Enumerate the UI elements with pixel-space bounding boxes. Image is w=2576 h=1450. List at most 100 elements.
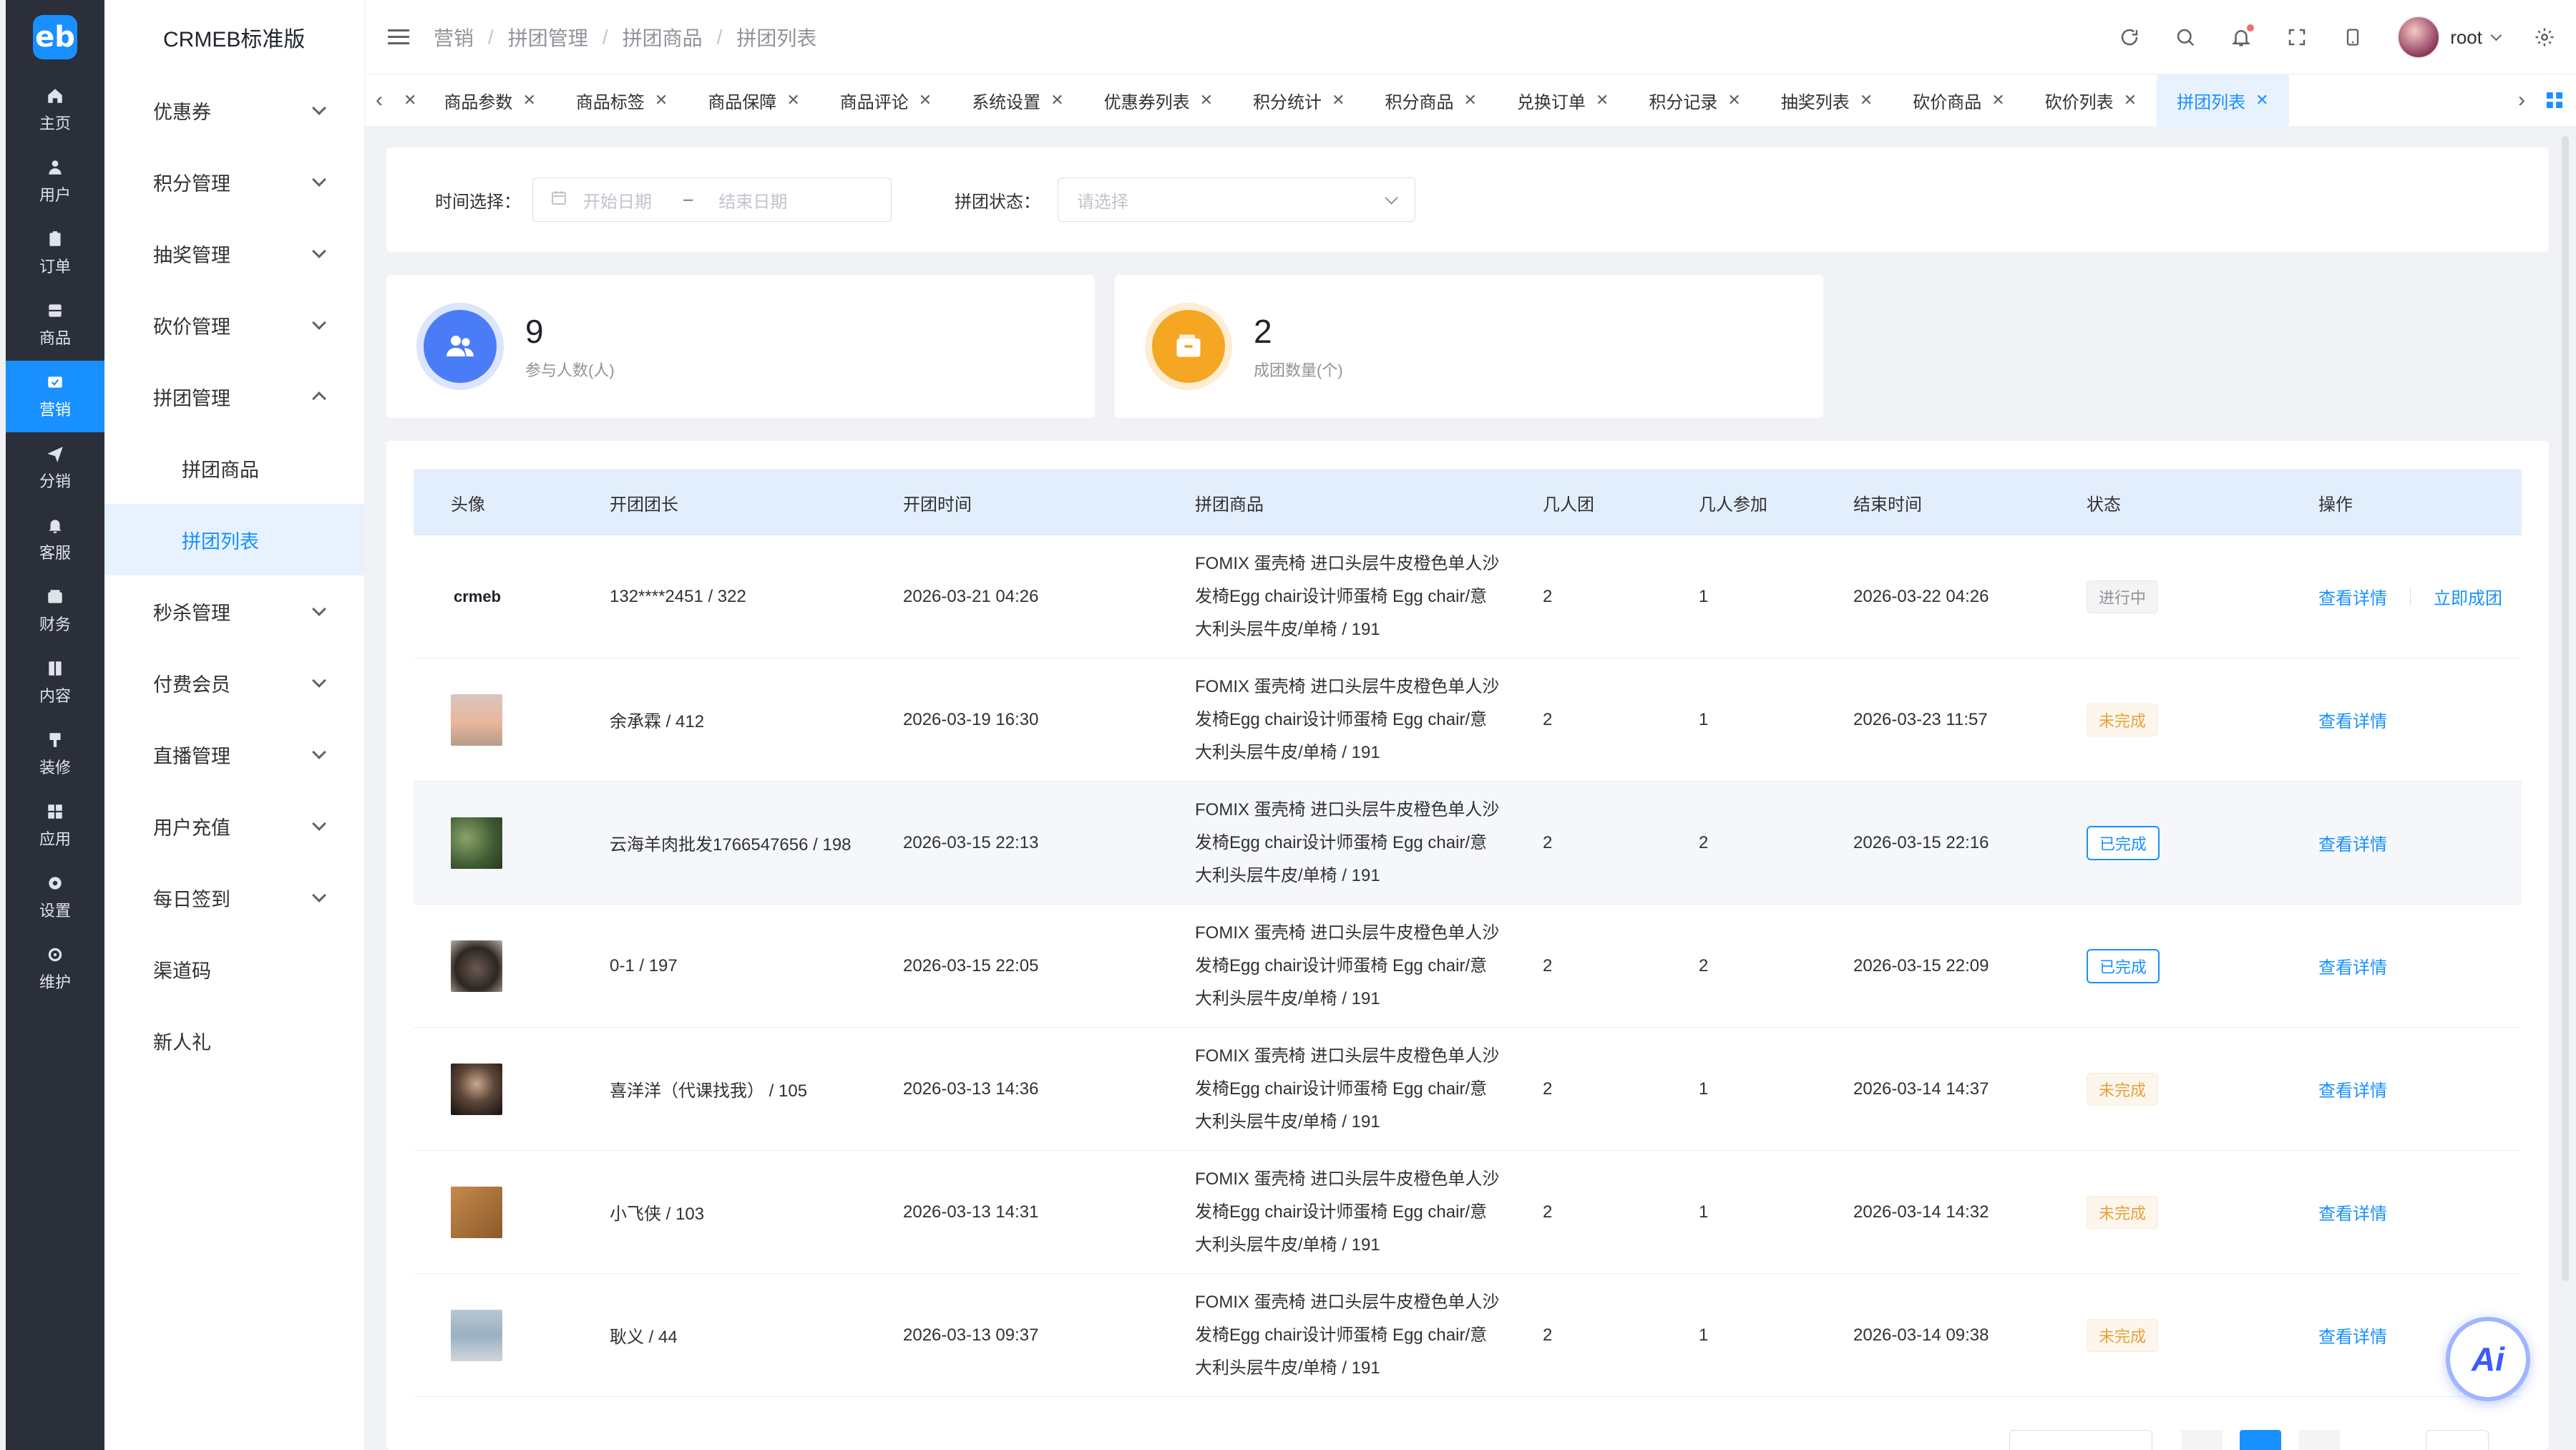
rail-item-content[interactable]: 内容 <box>6 647 104 719</box>
menu-toggle-icon[interactable] <box>388 29 409 44</box>
sidebar-item[interactable]: 砍价管理 <box>104 289 364 361</box>
close-icon[interactable]: ✕ <box>2124 91 2137 110</box>
rail-item-home[interactable]: 主页 <box>6 74 104 146</box>
close-icon[interactable]: ✕ <box>404 91 416 110</box>
close-icon[interactable]: ✕ <box>1332 91 1345 110</box>
page-size-select[interactable] <box>2009 1430 2152 1450</box>
rail-item-goods[interactable]: 商品 <box>6 289 104 361</box>
sidebar-item-label: 砍价管理 <box>153 316 230 338</box>
close-icon[interactable]: ✕ <box>1050 91 1063 110</box>
view-detail-link[interactable]: 查看详情 <box>2318 830 2387 855</box>
page-current-button[interactable] <box>2240 1430 2281 1450</box>
crmeb-logo-icon: crmeb <box>454 587 502 605</box>
sidebar-item[interactable]: 新人礼 <box>104 1005 364 1076</box>
rail-item-maintain[interactable]: 维护 <box>6 933 104 1005</box>
rail-item-user[interactable]: 用户 <box>6 146 104 218</box>
tabs-prev-icon[interactable]: ‹ <box>365 88 394 112</box>
page-prev-button[interactable] <box>2181 1430 2223 1450</box>
sidebar-item[interactable]: 渠道码 <box>104 933 364 1005</box>
tab[interactable]: 砍价商品 ✕ <box>1893 74 2024 126</box>
logo[interactable]: eb <box>6 0 104 74</box>
rail-item-distribution[interactable]: 分销 <box>6 432 104 504</box>
rail-item-apps[interactable]: 应用 <box>6 790 104 862</box>
close-icon[interactable]: ✕ <box>522 91 535 110</box>
rail-item-finance[interactable]: 财务 <box>6 575 104 647</box>
table-row: 喜洋洋（代课找我） / 105 2026-03-13 14:36 FOMIX 蛋壳椅… <box>414 1028 2522 1151</box>
team-size-cell: 2 <box>1543 1202 1553 1222</box>
breadcrumb-item[interactable]: 拼团商品 <box>623 23 703 52</box>
tab[interactable]: 商品保障 ✕ <box>688 74 819 126</box>
tab[interactable]: 积分记录 ✕ <box>1629 74 1760 126</box>
sidebar-item[interactable]: 积分管理 <box>104 146 364 218</box>
tab[interactable]: 抽奖列表 ✕ <box>1761 74 1893 126</box>
sidebar-subitem[interactable]: 拼团列表 <box>104 504 364 575</box>
close-icon[interactable]: ✕ <box>2255 91 2268 110</box>
view-detail-link[interactable]: 查看详情 <box>2318 584 2387 609</box>
status-select[interactable]: 请选择 <box>1058 177 1415 222</box>
close-icon[interactable]: ✕ <box>919 91 932 110</box>
view-detail-link[interactable]: 查看详情 <box>2318 1076 2387 1101</box>
sidebar-item[interactable]: 优惠券 <box>104 74 364 146</box>
rail-item-service[interactable]: 客服 <box>6 504 104 575</box>
sidebar-item[interactable]: 拼团管理 <box>104 361 364 432</box>
breadcrumb-item[interactable]: 营销 <box>434 23 474 52</box>
bell-icon[interactable] <box>2230 24 2255 49</box>
tab[interactable]: 系统设置 ✕ <box>952 74 1083 126</box>
sidebar-item[interactable]: 秒杀管理 <box>104 575 364 647</box>
view-detail-link[interactable]: 查看详情 <box>2318 1200 2387 1225</box>
tabs-grid-icon[interactable] <box>2543 89 2566 112</box>
close-icon[interactable]: ✕ <box>1860 91 1873 110</box>
rail-item-settings[interactable]: 设置 <box>6 862 104 933</box>
close-icon[interactable]: ✕ <box>1727 91 1740 110</box>
mobile-icon[interactable] <box>2341 26 2364 49</box>
tab[interactable]: 积分统计 ✕ <box>1233 74 1365 126</box>
view-detail-link[interactable]: 查看详情 <box>2318 707 2387 732</box>
rail-item-decorate[interactable]: 装修 <box>6 719 104 790</box>
tab[interactable]: 商品评论 ✕ <box>820 74 952 126</box>
filter-card: 时间选择： 开始日期 – 结束日期 拼团状态： 请选择 <box>386 147 2549 252</box>
close-icon[interactable]: ✕ <box>786 91 799 110</box>
start-date-input[interactable]: 开始日期 <box>583 188 652 213</box>
sidebar-item[interactable]: 抽奖管理 <box>104 218 364 289</box>
close-icon[interactable]: ✕ <box>1200 91 1213 110</box>
tab-list: ✕ 商品参数 ✕ 商品标签 ✕ 商品保障 ✕ 商品评论 ✕ 系统设置 ✕ 优惠券列表 ✕ 积分统计 ✕ 积分商… <box>394 74 2289 126</box>
tab[interactable]: 砍价列表 ✕ <box>2025 74 2157 126</box>
refresh-icon[interactable] <box>2118 26 2141 49</box>
ai-assistant-button[interactable]: Ai <box>2446 1317 2530 1401</box>
sidebar-item[interactable]: 用户充值 <box>104 790 364 862</box>
chevron-down-icon <box>312 673 326 688</box>
tab[interactable]: 优惠券列表 ✕ <box>1084 74 1233 126</box>
tab-label: 积分记录 <box>1649 92 1718 112</box>
settings-icon[interactable] <box>2533 26 2556 49</box>
product-line: 大利头层牛皮/单椅 / 191 <box>1195 1111 1380 1132</box>
tab[interactable]: 积分商品 ✕ <box>1365 74 1497 126</box>
close-icon[interactable]: ✕ <box>655 91 668 110</box>
close-icon[interactable]: ✕ <box>1991 91 2004 110</box>
search-icon[interactable] <box>2174 26 2197 49</box>
tab[interactable]: 商品标签 ✕ <box>556 74 688 126</box>
page-jump-input[interactable] <box>2426 1430 2489 1450</box>
form-group-now-link[interactable]: 立即成团 <box>2434 584 2502 609</box>
end-date-input[interactable]: 结束日期 <box>718 188 787 213</box>
tabs-next-icon[interactable]: › <box>2507 88 2536 112</box>
tab-partial[interactable]: ✕ <box>394 74 424 126</box>
tab[interactable]: 拼团列表 ✕ <box>2157 74 2289 126</box>
close-icon[interactable]: ✕ <box>1464 91 1477 110</box>
fullscreen-icon[interactable] <box>2285 26 2308 49</box>
date-range-picker[interactable]: 开始日期 – 结束日期 <box>532 177 892 222</box>
breadcrumb-item[interactable]: 拼团管理 <box>508 23 588 52</box>
rail-item-order[interactable]: 订单 <box>6 218 104 289</box>
tab[interactable]: 商品参数 ✕ <box>424 74 555 126</box>
user-menu[interactable]: root <box>2397 16 2502 59</box>
rail-item-marketing[interactable]: 营销 <box>6 361 104 432</box>
view-detail-link[interactable]: 查看详情 <box>2318 1323 2387 1348</box>
sidebar-item[interactable]: 每日签到 <box>104 862 364 933</box>
page-scrollbar[interactable] <box>2562 136 2569 1281</box>
page-next-button[interactable] <box>2298 1430 2340 1450</box>
close-icon[interactable]: ✕ <box>1596 91 1609 110</box>
view-detail-link[interactable]: 查看详情 <box>2318 953 2387 978</box>
sidebar-item[interactable]: 直播管理 <box>104 719 364 790</box>
sidebar-item[interactable]: 付费会员 <box>104 647 364 719</box>
sidebar-subitem[interactable]: 拼团商品 <box>104 432 364 504</box>
tab[interactable]: 兑换订单 ✕ <box>1497 74 1629 126</box>
